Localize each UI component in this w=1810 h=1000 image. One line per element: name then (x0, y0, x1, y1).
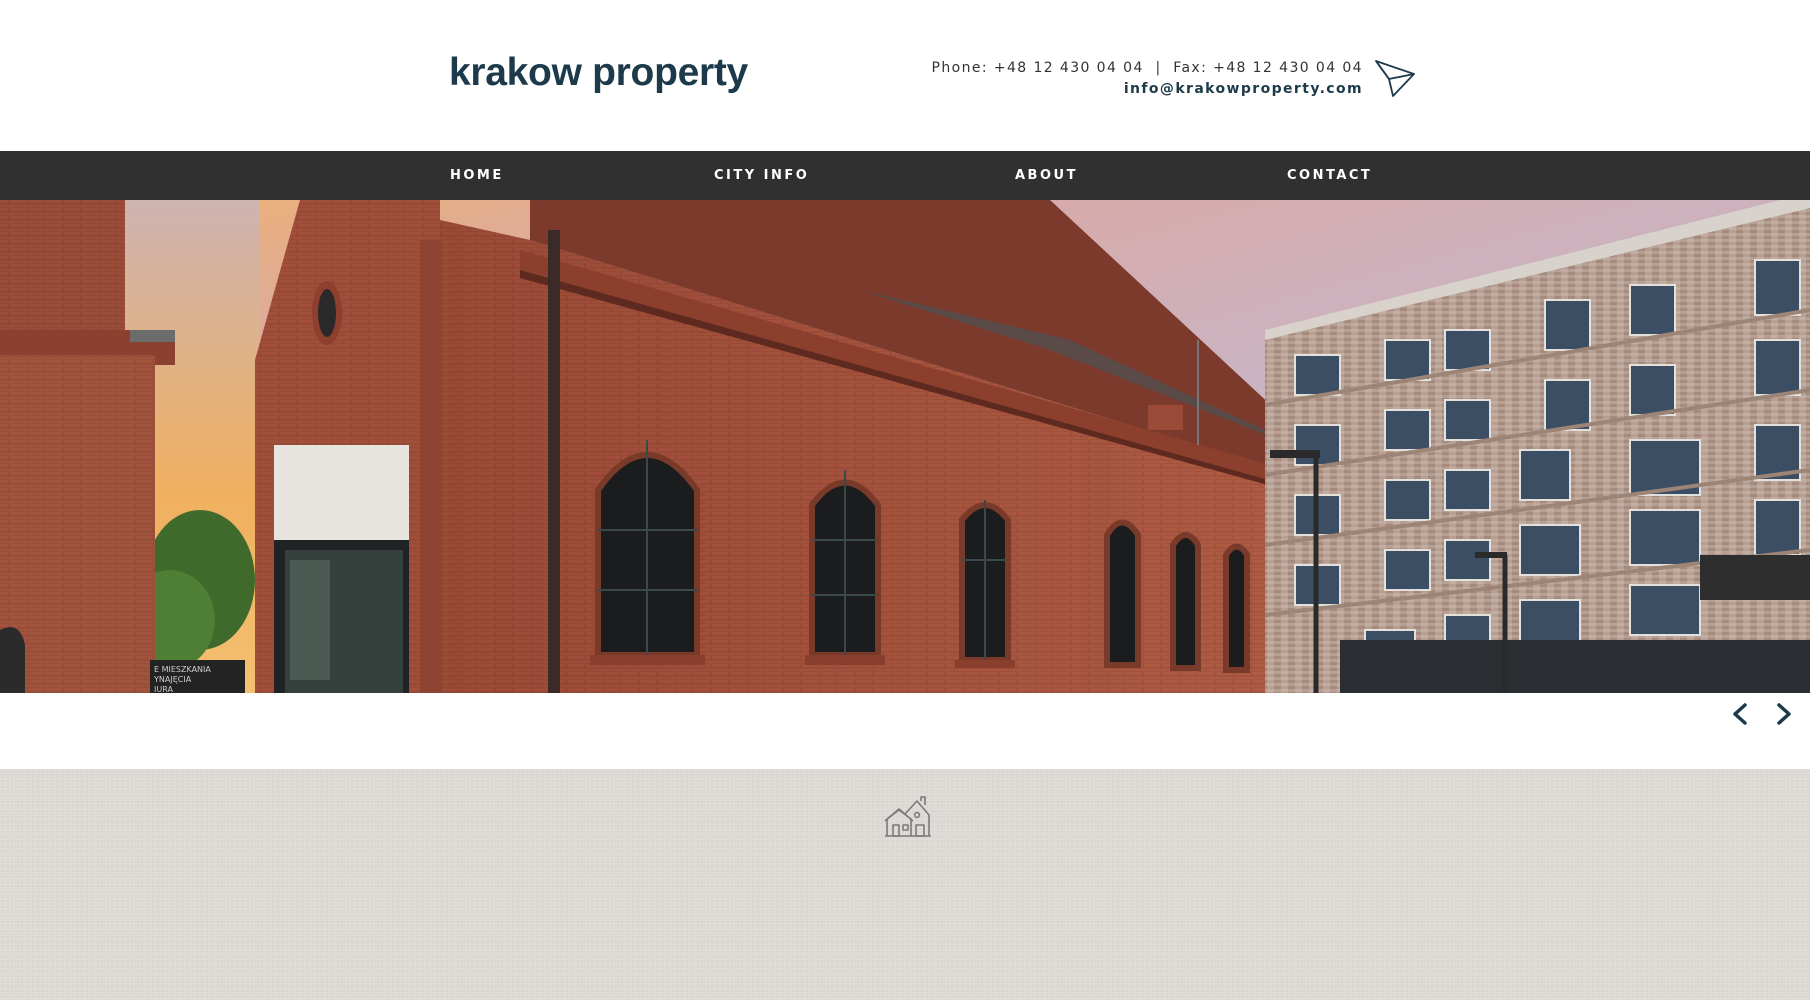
hero-sign-line-1: E MIESZKANIA (154, 665, 211, 674)
house-icon (883, 795, 933, 839)
site-header: krakow property Phone: +48 12 430 04 04 … (0, 0, 1810, 151)
hero-illustration: E MIESZKANIA YNAJĘCIA IURA (0, 200, 1810, 693)
main-nav: HOME CITY INFO ABOUT CONTACT (0, 151, 1810, 200)
hero-sign-line-2: YNAJĘCIA (153, 675, 192, 684)
nav-item-home[interactable]: HOME (450, 151, 504, 200)
paper-plane-icon[interactable] (1374, 57, 1416, 99)
email-link[interactable]: info@krakowproperty.com (1124, 80, 1363, 99)
contact-info: Phone: +48 12 430 04 04 | Fax: +48 12 43… (932, 59, 1363, 99)
nav-item-contact[interactable]: CONTACT (1287, 151, 1372, 200)
hero-image: E MIESZKANIA YNAJĘCIA IURA (0, 200, 1810, 693)
nav-item-city-info[interactable]: CITY INFO (714, 151, 809, 200)
nav-item-about[interactable]: ABOUT (1015, 151, 1078, 200)
site-logo[interactable]: krakow property (449, 51, 748, 95)
phone-fax-text: Phone: +48 12 430 04 04 | Fax: +48 12 43… (931, 60, 1363, 76)
hero-sign-line-3: IURA (154, 685, 173, 693)
chevron-left-icon[interactable] (1726, 700, 1754, 728)
chevron-right-icon[interactable] (1770, 700, 1798, 728)
